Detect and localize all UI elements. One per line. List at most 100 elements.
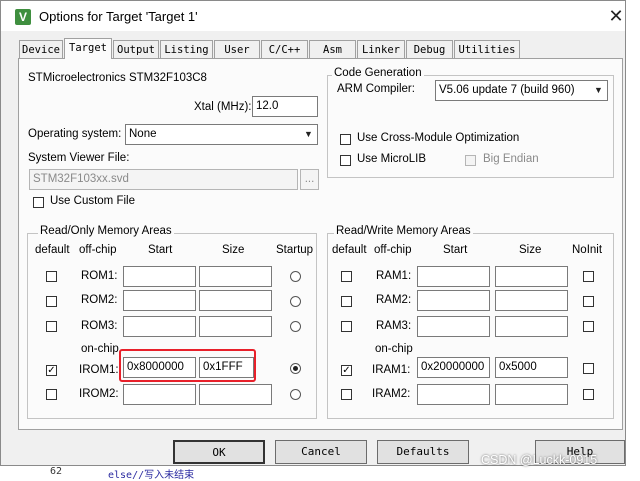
chevron-down-icon: ▼ (304, 129, 313, 139)
ram-header-default: default (332, 244, 367, 256)
xtal-input[interactable]: 12.0 (252, 96, 318, 117)
editor-line-number: 62 (50, 466, 63, 477)
tab-utilities[interactable]: Utilities (454, 40, 520, 58)
rom1-start-input[interactable] (123, 266, 196, 287)
ram1-noinit-checkbox[interactable] (583, 271, 594, 282)
microlib-label: Use MicroLIB (357, 153, 427, 165)
svd-browse-button[interactable]: ... (300, 169, 319, 190)
ram2-size-input[interactable] (495, 290, 568, 311)
iram2-size-input[interactable] (495, 384, 568, 405)
os-label: Operating system: (28, 128, 122, 140)
big-endian-label: Big Endian (483, 153, 539, 165)
tab-output[interactable]: Output (113, 40, 159, 58)
rom-header-default: default (35, 244, 70, 256)
ram3-default-checkbox[interactable] (341, 321, 352, 332)
tab-label: Output (117, 44, 155, 56)
cross-module-checkbox[interactable] (340, 134, 351, 145)
ram3-size-input[interactable] (495, 316, 568, 337)
tab-debug[interactable]: Debug (406, 40, 453, 58)
watermark: CSDN @Luckk-0915 (481, 453, 598, 467)
options-dialog: V Options for Target 'Target 1' ✕ Device… (0, 0, 626, 466)
svd-input[interactable]: STM32F103xx.svd (29, 169, 298, 190)
rom2-default-checkbox[interactable] (46, 296, 57, 307)
title-bar[interactable]: V Options for Target 'Target 1' ✕ (1, 1, 625, 31)
rom2-size-input[interactable] (199, 290, 272, 311)
tab-listing[interactable]: Listing (160, 40, 213, 58)
irom2-start-input[interactable] (123, 384, 196, 405)
tab-label: C/C++ (268, 44, 301, 56)
iram2-noinit-checkbox[interactable] (583, 389, 594, 400)
tab-label: Debug (413, 44, 446, 56)
rom3-default-checkbox[interactable] (46, 321, 57, 332)
rom1-default-checkbox[interactable] (46, 271, 57, 282)
iram1-noinit-checkbox[interactable] (583, 363, 594, 374)
rom-onchip-label: on-chip (81, 343, 119, 355)
ram1-size-input[interactable] (495, 266, 568, 287)
compiler-select-value: V5.06 update 7 (build 960) (439, 84, 575, 96)
ram2-noinit-checkbox[interactable] (583, 296, 594, 307)
rom1-label: ROM1: (81, 270, 118, 282)
os-select[interactable]: None ▼ (125, 124, 318, 145)
iram1-default-checkbox[interactable]: ✓ (341, 365, 352, 376)
irom2-startup-radio[interactable] (290, 389, 301, 400)
ram1-label: RAM1: (376, 270, 412, 282)
use-custom-file-checkbox[interactable] (33, 197, 44, 208)
irom2-size-input[interactable] (199, 384, 272, 405)
tab-label: Asm (323, 44, 342, 56)
ram3-start-input[interactable] (417, 316, 490, 337)
ok-button[interactable]: OK (173, 440, 265, 464)
iram1-start-input[interactable]: 0x20000000 (417, 357, 490, 378)
target-tab-panel: STMicroelectronics STM32F103C8 Xtal (MHz… (18, 58, 623, 430)
tab-label: Listing (164, 44, 209, 56)
use-custom-file-label: Use Custom File (50, 195, 135, 207)
compiler-select[interactable]: V5.06 update 7 (build 960) ▼ (435, 80, 608, 101)
rom3-start-input[interactable] (123, 316, 196, 337)
ram-header-offchip: off-chip (374, 244, 412, 256)
rom2-startup-radio[interactable] (290, 296, 301, 307)
cross-module-label: Use Cross-Module Optimization (357, 132, 520, 144)
tab-c-cpp[interactable]: C/C++ (261, 40, 308, 58)
svd-label: System Viewer File: (28, 152, 130, 164)
tab-label: User (224, 44, 250, 56)
ram-header-noinit: NoInit (572, 244, 603, 256)
rom3-startup-radio[interactable] (290, 321, 301, 332)
rom2-start-input[interactable] (123, 290, 196, 311)
iram2-start-input[interactable] (417, 384, 490, 405)
irom1-startup-radio[interactable] (290, 363, 301, 374)
iram2-label: IRAM2: (372, 388, 411, 400)
irom1-default-checkbox[interactable]: ✓ (46, 365, 57, 376)
editor-code-line: else//写入未结束 (108, 470, 195, 481)
ram3-noinit-checkbox[interactable] (583, 321, 594, 332)
rom-group-title: Read/Only Memory Areas (38, 225, 174, 237)
rom1-startup-radio[interactable] (290, 271, 301, 282)
os-select-value: None (129, 128, 157, 140)
window-title: Options for Target 'Target 1' (39, 9, 198, 24)
xtal-label: Xtal (MHz): (194, 101, 252, 113)
tab-label: Device (22, 44, 60, 56)
tab-label: Linker (362, 44, 400, 56)
irom2-default-checkbox[interactable] (46, 389, 57, 400)
ram2-default-checkbox[interactable] (341, 296, 352, 307)
tab-user[interactable]: User (214, 40, 260, 58)
defaults-button[interactable]: Defaults (377, 440, 469, 464)
rom1-size-input[interactable] (199, 266, 272, 287)
ram2-start-input[interactable] (417, 290, 490, 311)
iram2-default-checkbox[interactable] (341, 389, 352, 400)
tab-device[interactable]: Device (19, 40, 63, 58)
ram-header-start: Start (443, 244, 468, 256)
ram1-start-input[interactable] (417, 266, 490, 287)
ram2-label: RAM2: (376, 294, 412, 306)
rom2-label: ROM2: (81, 294, 118, 306)
tab-asm[interactable]: Asm (309, 40, 356, 58)
tab-linker[interactable]: Linker (357, 40, 405, 58)
close-icon[interactable]: ✕ (605, 5, 627, 27)
tab-target[interactable]: Target (64, 38, 112, 59)
iram1-size-input[interactable]: 0x5000 (495, 357, 568, 378)
ram1-default-checkbox[interactable] (341, 271, 352, 282)
microlib-checkbox[interactable] (340, 155, 351, 166)
rom-header-start: Start (148, 244, 173, 256)
big-endian-checkbox[interactable] (465, 155, 476, 166)
app-icon: V (15, 9, 31, 25)
rom3-size-input[interactable] (199, 316, 272, 337)
cancel-button[interactable]: Cancel (275, 440, 367, 464)
